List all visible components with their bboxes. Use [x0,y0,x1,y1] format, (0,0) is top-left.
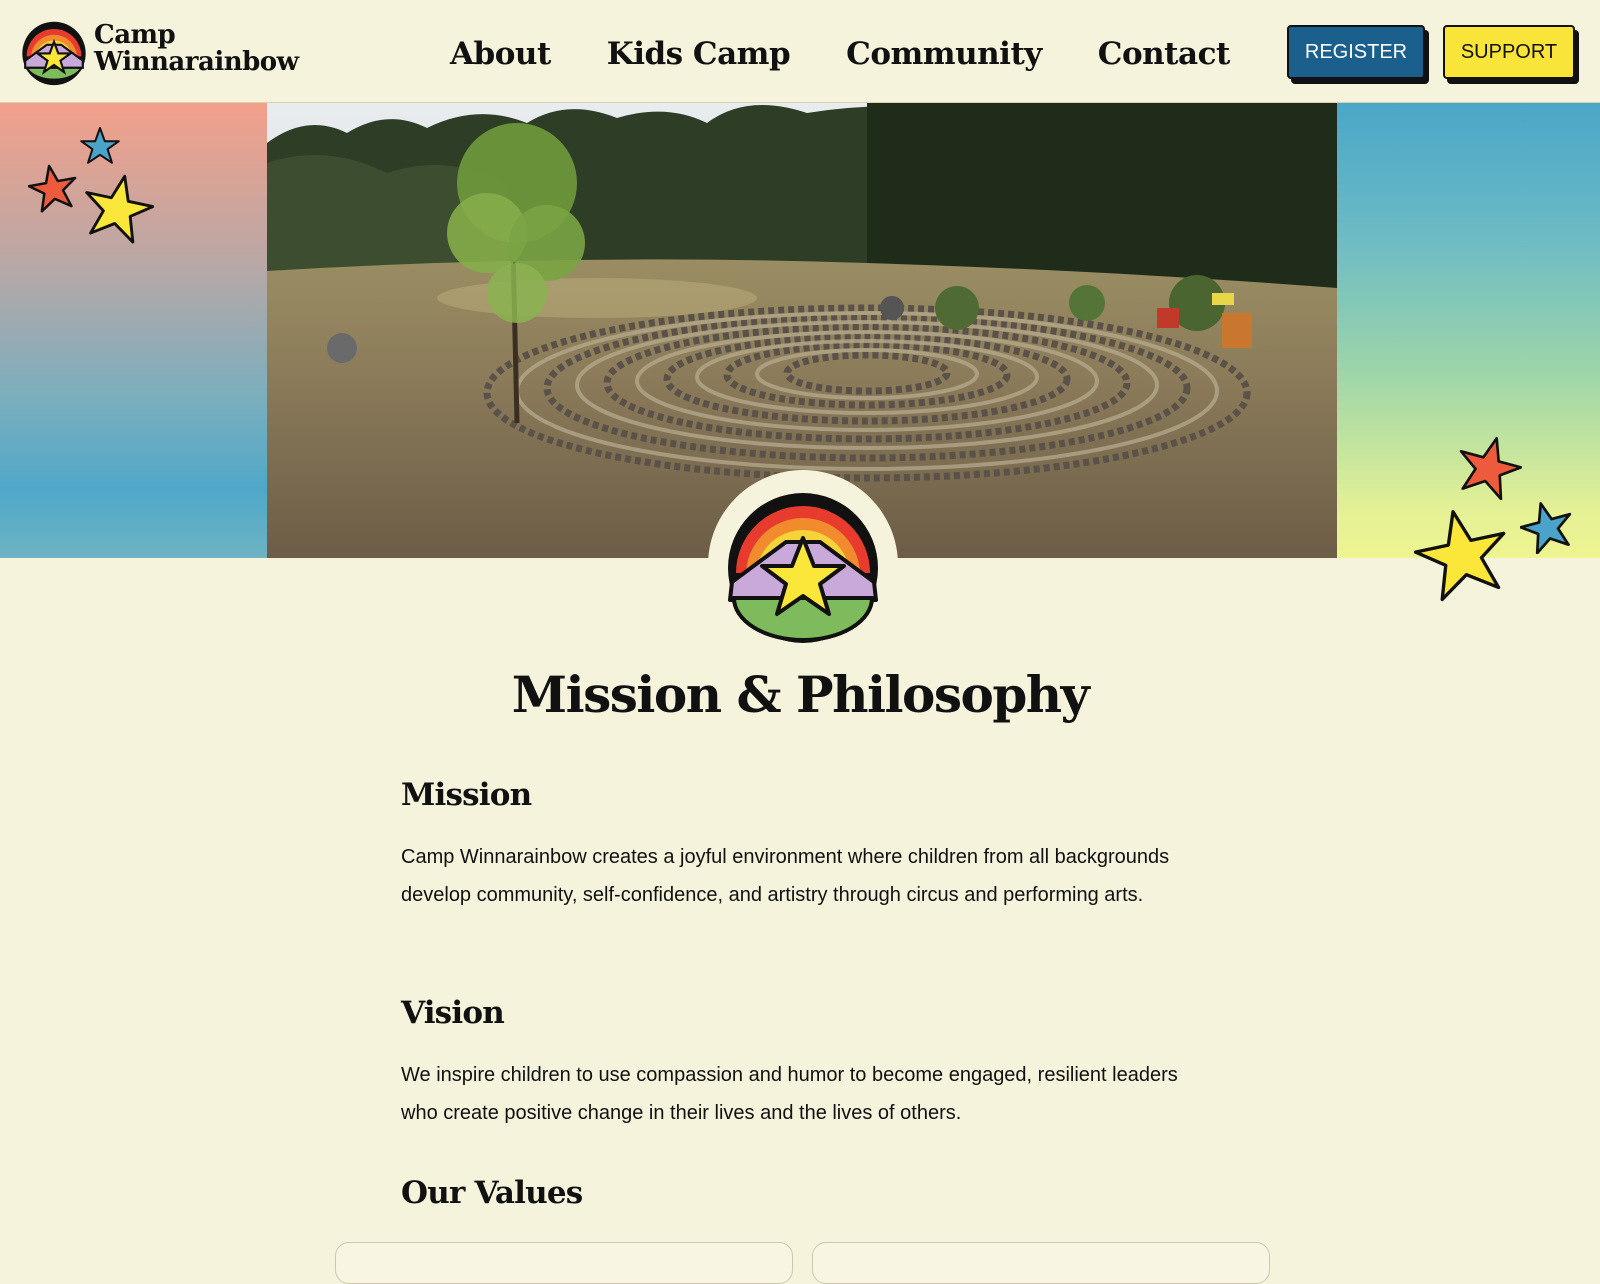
red-star-icon [28,164,77,213]
camp-logo-icon[interactable] [18,16,90,88]
mission-heading: Mission [401,777,532,813]
vision-section: Vision We inspire children to use compas… [401,995,1201,1132]
yellow-star-icon [85,174,154,244]
support-button[interactable]: SUPPORT [1443,25,1575,79]
nav-about[interactable]: About [450,36,551,72]
camp-emblem-icon [728,493,878,643]
nav-contact[interactable]: Contact [1098,36,1231,72]
main-nav: About Kids Camp Community Contact [450,36,1230,72]
values-heading: Our Values [401,1175,583,1211]
vision-text: We inspire children to use compassion an… [401,1064,1178,1124]
mission-text: Camp Winnarainbow creates a joyful envir… [401,846,1170,906]
nav-community[interactable]: Community [846,36,1042,72]
blue-star-icon [1520,502,1572,554]
value-card [335,1242,793,1284]
mission-section: Mission Camp Winnarainbow creates a joyf… [401,777,1201,914]
blue-star-icon [80,127,120,164]
values-section: Our Values [401,1175,1201,1211]
nav-kids-camp[interactable]: Kids Camp [607,36,791,72]
logo-wordmark[interactable]: Camp Winnarainbow [94,22,299,76]
site-header: Camp Winnarainbow About Kids Camp Commun… [0,0,1600,103]
vision-heading: Vision [401,995,505,1031]
logo-line-2: Winnarainbow [94,47,299,77]
yellow-star-icon [1414,510,1506,602]
page-title: Mission & Philosophy [511,665,1090,724]
value-card [812,1242,1270,1284]
register-button[interactable]: REGISTER [1287,25,1425,79]
logo-line-1: Camp [94,20,176,50]
red-star-icon [1459,436,1522,500]
camp-emblem [708,470,898,660]
